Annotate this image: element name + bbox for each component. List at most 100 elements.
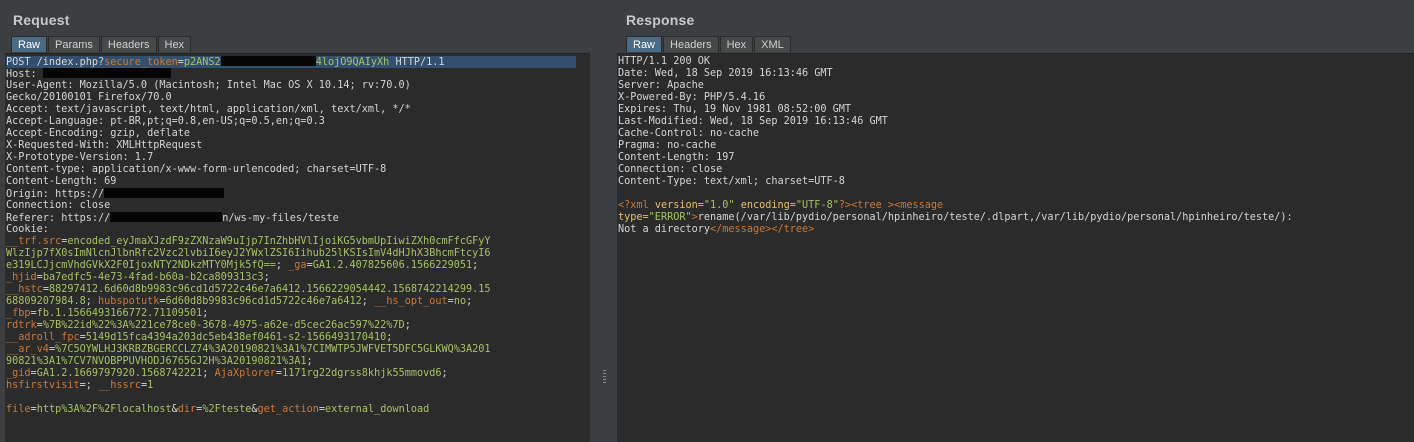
response-tab-xml[interactable]: XML: [754, 36, 791, 52]
request-tab-raw[interactable]: Raw: [11, 36, 48, 52]
request-line: __trf.src=encoded_eyJmaXJzdF9zZXNzaW9uIj…: [6, 236, 576, 248]
response-token: Connection: close: [618, 164, 723, 175]
request-token: __trf.src: [6, 236, 62, 247]
request-token: ba7edfc5-4e73-4fad-b60a-b2ca809313c3: [42, 272, 264, 283]
request-token: ;: [202, 368, 215, 379]
request-line: _hjid=ba7edfc5-4e73-4fad-b60a-b2ca809313…: [6, 272, 576, 284]
request-line: Content-type: application/x-www-form-url…: [6, 164, 576, 176]
request-token: _hjid: [6, 272, 37, 283]
split-handle-icon[interactable]: [603, 370, 606, 384]
response-token: Pragma: no-cache: [618, 140, 717, 151]
request-line: Connection: close: [6, 200, 576, 212]
request-token: Accept-Encoding: gzip, deflate: [6, 128, 191, 139]
request-token: ;: [466, 296, 473, 307]
request-text[interactable]: POST /index.php?secure_token=p2ANS2 4lojO…: [6, 56, 576, 416]
request-token: n/ws-my-files/teste: [222, 213, 339, 224]
request-token: ;: [202, 308, 209, 319]
request-line: Gecko/20100101 Firefox/70.0: [6, 92, 576, 104]
request-token: ;: [306, 356, 313, 367]
request-token: WlzIjp7fX0sImNlcnJlbnRfc2Vzc2lvbiI6eyJ2Y…: [6, 248, 491, 259]
request-token: ;: [441, 368, 448, 379]
request-token: http%3A%2F%2Flocalhost: [36, 404, 172, 415]
response-line: Content-Length: 197: [618, 152, 1293, 164]
response-token: version=: [654, 200, 704, 211]
response-token: Content-Length: 197: [618, 152, 735, 163]
request-tabs: Raw Params Headers Hex: [11, 36, 192, 53]
response-token: </tree>: [771, 224, 815, 235]
request-token: Content-Length: 69: [6, 176, 117, 187]
request-token: ;: [472, 260, 479, 271]
response-line: HTTP/1.1 200 OK: [618, 56, 1293, 68]
request-token: GA1.2.1669797920.1568742221: [36, 368, 203, 379]
request-line: e319LCJjcmVhdGVkX2F0IjoxNTY2NDkzMTY0Mjk5…: [6, 260, 576, 272]
request-token: HTTP/1.1: [389, 57, 445, 68]
response-token: Last-Modified: Wed, 18 Sep 2019 16:13:46…: [618, 116, 888, 127]
response-line: type="ERROR">rename(/var/lib/pydio/perso…: [618, 212, 1293, 224]
request-line: X-Prototype-Version: 1.7: [6, 152, 576, 164]
request-pane: Request Raw Params Headers Hex POST /ind…: [0, 0, 592, 442]
request-line: __adroll_fpc=5149d15fca4394a203dc5eb438e…: [6, 332, 576, 344]
response-pane: Response Raw Headers Hex XML HTTP/1.1 20…: [617, 0, 1414, 442]
response-token: <tree >: [851, 200, 895, 211]
response-tab-hex[interactable]: Hex: [719, 36, 754, 52]
request-token: ;: [275, 260, 289, 271]
request-token: Connection: close: [6, 200, 111, 211]
request-token: Accept-Language: pt-BR,pt;q=0.8,en-US;q=…: [6, 116, 325, 127]
redacted-block: [42, 68, 171, 78]
response-tab-headers[interactable]: Headers: [663, 36, 719, 52]
request-token: 6d60d8b9983c96cd1d5722c46e7a6412: [165, 296, 362, 307]
request-token: __hstc: [6, 284, 43, 295]
request-token: ;: [85, 296, 99, 307]
response-line: Connection: close: [618, 164, 1293, 176]
request-line: Accept-Encoding: gzip, deflate: [6, 128, 576, 140]
request-token: Content-type: application/x-www-form-url…: [6, 164, 387, 175]
response-token: type=: [618, 212, 649, 223]
response-line: Date: Wed, 18 Sep 2019 16:13:46 GMT: [618, 68, 1293, 80]
response-line: Not a directory</message></tree>: [618, 224, 1293, 236]
request-token: X-Requested-With: XMLHttpRequest: [6, 140, 203, 151]
request-token: ;: [361, 296, 375, 307]
response-line: Cache-Control: no-cache: [618, 128, 1293, 140]
request-token: Gecko/20100101 Firefox/70.0: [6, 92, 172, 103]
request-token: dir: [177, 404, 197, 415]
request-token: Accept: text/javascript, text/html, appl…: [6, 104, 411, 115]
response-token: <message: [894, 200, 944, 211]
response-line: X-Powered-By: PHP/5.4.16: [618, 92, 1293, 104]
request-line: Content-Length: 69: [6, 176, 576, 188]
request-token: Referer: https://: [6, 213, 111, 224]
request-line: X-Requested-With: XMLHttpRequest: [6, 140, 576, 152]
request-token: ;: [263, 272, 270, 283]
request-token: __adroll_fpc: [6, 332, 80, 343]
request-line: __hstc=88297412.6d60d8b9983c96cd1d5722c4…: [6, 284, 576, 296]
request-line: rdtrk=%7B%22id%22%3A%221ce78ce0-3678-497…: [6, 320, 576, 332]
response-token: HTTP/1.1 200 OK: [618, 56, 711, 67]
response-line: Server: Apache: [618, 80, 1293, 92]
response-tab-raw[interactable]: Raw: [626, 36, 663, 52]
request-token: X-Prototype-Version: 1.7: [6, 152, 154, 163]
response-token: "UTF-8": [795, 200, 839, 211]
request-line: Accept-Language: pt-BR,pt;q=0.8,en-US;q=…: [6, 116, 576, 128]
request-token: %2Fteste: [202, 404, 252, 415]
request-token: _fbp: [6, 308, 31, 319]
response-token: encoding=: [734, 200, 796, 211]
response-token: Not a directory: [618, 224, 711, 235]
response-line: Content-Type: text/xml; charset=UTF-8: [618, 176, 1293, 188]
request-tab-hex[interactable]: Hex: [157, 36, 192, 52]
response-editor[interactable]: HTTP/1.1 200 OK Date: Wed, 18 Sep 2019 16…: [617, 53, 1414, 442]
request-token: __ar_v4: [6, 344, 49, 355]
request-token: User-Agent: Mozilla/5.0 (Macintosh; Inte…: [6, 80, 411, 91]
request-token: no: [453, 296, 467, 307]
request-line: Accept: text/javascript, text/html, appl…: [6, 104, 576, 116]
response-token: Expires: Thu, 19 Nov 1981 08:52:00 GMT: [618, 104, 852, 115]
request-token: 5149d15fca4394a203dc5eb438ef0461-s2-1566…: [85, 332, 387, 343]
request-editor[interactable]: POST /index.php?secure_token=p2ANS2 4lojO…: [5, 53, 590, 442]
request-line: User-Agent: Mozilla/5.0 (Macintosh; Inte…: [6, 80, 576, 92]
request-line: Origin: https://: [6, 188, 576, 200]
request-tab-params[interactable]: Params: [48, 36, 100, 52]
request-tab-headers[interactable]: Headers: [100, 36, 157, 52]
response-token: </message>: [710, 224, 772, 235]
response-text[interactable]: HTTP/1.1 200 OK Date: Wed, 18 Sep 2019 16…: [618, 56, 1293, 236]
response-token: rename(/var/lib/pydio/personal/hpinheiro…: [697, 212, 1293, 223]
request-line: Cookie:: [6, 224, 576, 236]
response-token: X-Powered-By: PHP/5.4.16: [618, 92, 766, 103]
